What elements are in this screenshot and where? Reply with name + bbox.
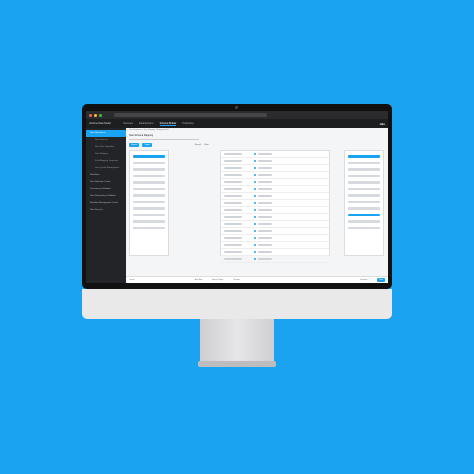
url-field[interactable] xyxy=(114,113,267,117)
sidebar-item[interactable]: Data Quality Management xyxy=(86,165,126,172)
sidebar-item[interactable]: Data Warehouse xyxy=(86,130,126,137)
monitor-stand xyxy=(200,319,274,363)
screen: Veritone Data Studio Overview Data Explo… xyxy=(86,111,388,283)
map-target-button[interactable]: Map to Target xyxy=(212,279,223,281)
table-row[interactable] xyxy=(221,235,329,242)
sidebar-item[interactable]: Data Services xyxy=(86,207,126,214)
tab-schema[interactable]: Schema Builder xyxy=(159,122,177,126)
list-item[interactable] xyxy=(348,168,380,171)
table-row[interactable] xyxy=(221,200,329,207)
list-item[interactable] xyxy=(348,200,380,203)
list-item[interactable] xyxy=(133,174,165,177)
sidebar-item[interactable]: Field Mapping Templates xyxy=(86,158,126,165)
sidebar-item[interactable]: Data Definition Center xyxy=(86,179,126,186)
sidebar-item[interactable]: Data Sources xyxy=(86,137,126,144)
table-row[interactable] xyxy=(221,249,329,256)
auto-map-button[interactable]: Auto Map xyxy=(195,279,203,281)
app-brand: Veritone Data Studio xyxy=(89,122,111,125)
table-row[interactable] xyxy=(221,165,329,172)
toolbar: Source Target Search Filter xyxy=(126,142,388,148)
list-item[interactable] xyxy=(348,226,380,229)
sidebar: Data Warehouse Data Sources Data Path Te… xyxy=(86,128,126,283)
table-row[interactable] xyxy=(221,151,329,158)
monitor-foot xyxy=(198,361,276,367)
table-row[interactable] xyxy=(221,221,329,228)
camera xyxy=(235,106,238,109)
cancel-button[interactable]: Cancel xyxy=(129,279,135,281)
main-panel: Data Warehouse / Data Mapping / Mapping … xyxy=(126,128,388,283)
target-list xyxy=(344,150,384,256)
list-item[interactable] xyxy=(133,161,165,164)
list-item[interactable] xyxy=(348,194,380,197)
page-title: New Schema Mapping xyxy=(129,133,199,140)
sidebar-item[interactable]: Data Mapping xyxy=(86,151,126,158)
list-item[interactable] xyxy=(348,161,380,164)
list-item[interactable] xyxy=(133,181,165,184)
list-item[interactable] xyxy=(133,226,165,229)
sidebar-item[interactable]: Metadata Management Center xyxy=(86,200,126,207)
list-item[interactable] xyxy=(133,194,165,197)
list-item[interactable] xyxy=(348,155,380,158)
table-row[interactable] xyxy=(221,207,329,214)
list-item[interactable] xyxy=(133,155,165,158)
target-button[interactable]: Target xyxy=(142,143,152,147)
monitor-chin xyxy=(82,289,392,319)
sidebar-item[interactable]: Data Path Templates xyxy=(86,144,126,151)
company-logo: ollo xyxy=(379,121,385,126)
sidebar-item[interactable]: Data Relationship Validation xyxy=(86,193,126,200)
list-item[interactable] xyxy=(348,213,380,216)
source-button[interactable]: Source xyxy=(129,143,140,147)
sidebar-item[interactable]: Workflows xyxy=(86,172,126,179)
table-row[interactable] xyxy=(221,228,329,235)
next-button[interactable]: Next xyxy=(377,278,385,282)
sidebar-item[interactable]: Consistency Validation xyxy=(86,186,126,193)
table-row[interactable] xyxy=(221,242,329,249)
browser-bar xyxy=(86,111,388,119)
preview-button[interactable]: Preview xyxy=(233,279,239,281)
list-item[interactable] xyxy=(133,187,165,190)
list-item[interactable] xyxy=(133,168,165,171)
list-item[interactable] xyxy=(133,220,165,223)
minimize-dot[interactable] xyxy=(94,113,97,117)
search-field[interactable]: Search xyxy=(195,144,201,146)
list-item[interactable] xyxy=(348,187,380,190)
table-row[interactable] xyxy=(221,179,329,186)
maximize-dot[interactable] xyxy=(99,113,102,117)
breadcrumb: Data Warehouse / Data Mapping / Mapping … xyxy=(129,129,169,131)
close-dot[interactable] xyxy=(89,113,92,117)
list-item[interactable] xyxy=(348,174,380,177)
list-item[interactable] xyxy=(133,213,165,216)
table-row[interactable] xyxy=(221,158,329,165)
mapping-table xyxy=(220,150,330,263)
tab-explorer[interactable]: Data Explorer xyxy=(139,122,154,125)
filter-button[interactable]: Filter xyxy=(204,144,208,146)
table-row[interactable] xyxy=(221,256,329,263)
tab-publishing[interactable]: Publishing xyxy=(182,122,193,125)
list-item[interactable] xyxy=(133,200,165,203)
list-item[interactable] xyxy=(133,207,165,210)
footer-bar: Cancel Auto Map Map to Target Preview Pr… xyxy=(126,276,388,283)
source-list xyxy=(129,150,169,256)
list-item[interactable] xyxy=(348,207,380,210)
back-button[interactable]: Previous xyxy=(360,279,367,281)
table-row[interactable] xyxy=(221,193,329,200)
table-row[interactable] xyxy=(221,172,329,179)
table-row[interactable] xyxy=(221,214,329,221)
list-item[interactable] xyxy=(348,220,380,223)
table-row[interactable] xyxy=(221,186,329,193)
tab-overview[interactable]: Overview xyxy=(123,122,133,125)
list-item[interactable] xyxy=(348,181,380,184)
app-header: Veritone Data Studio Overview Data Explo… xyxy=(86,119,388,128)
